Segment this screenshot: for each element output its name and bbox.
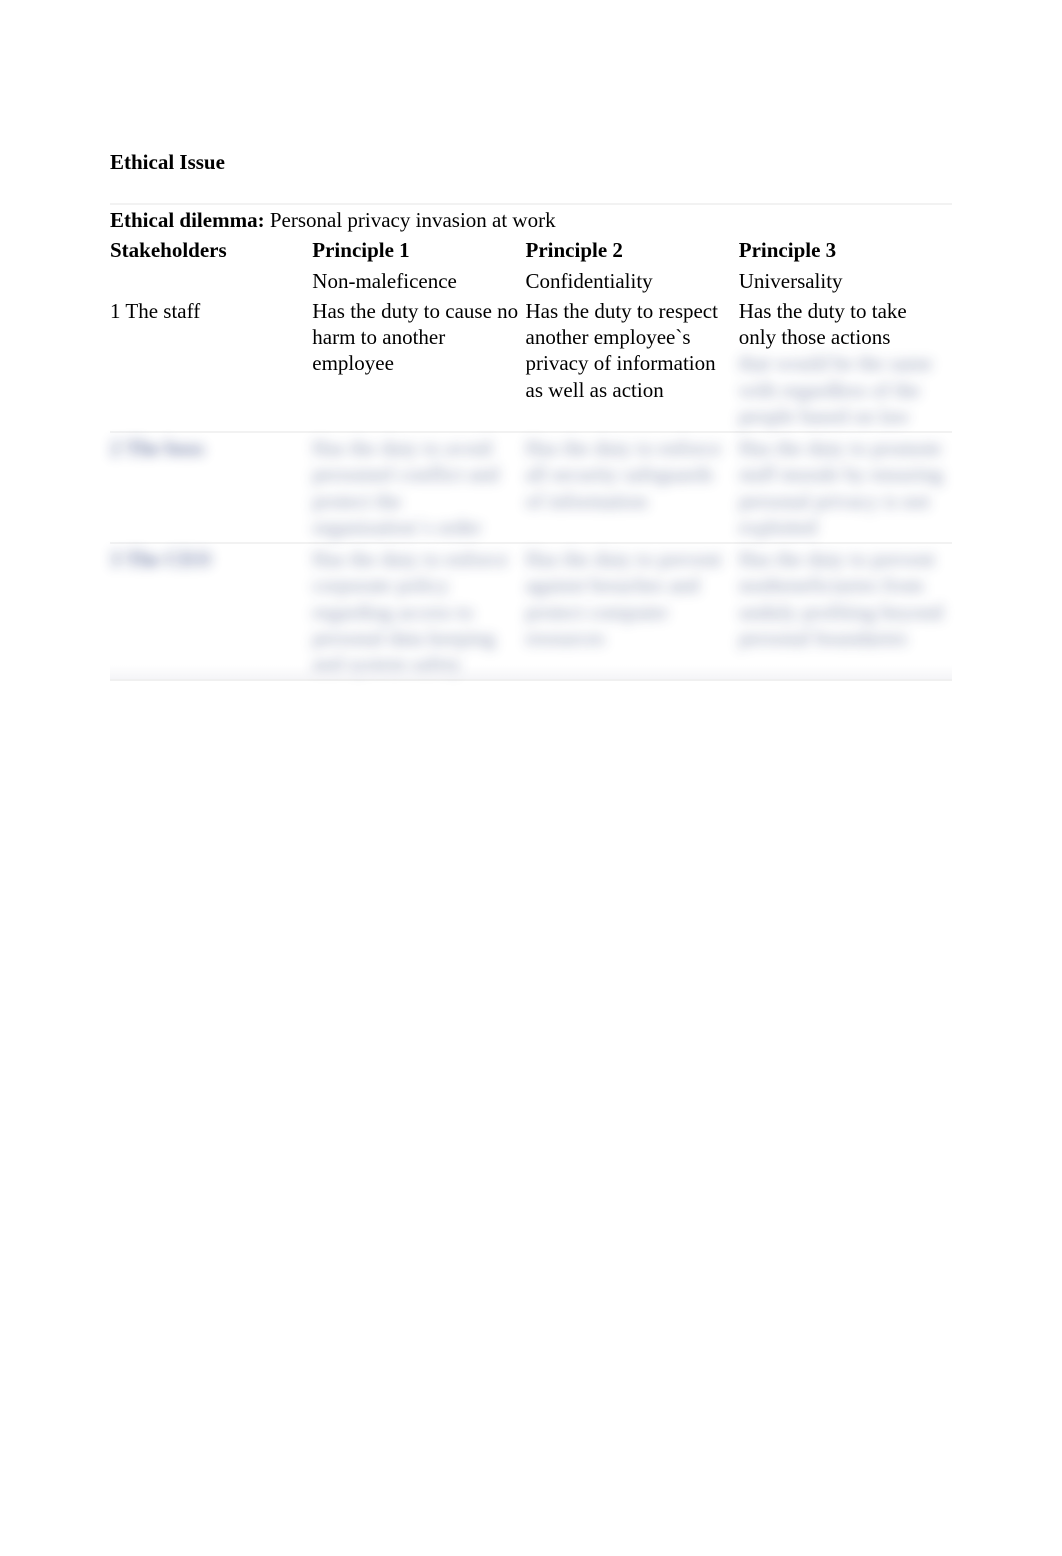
p2-cell-obscured: Has the duty to prevent against breaches… <box>526 547 722 650</box>
p2-cell-obscured: Has the duty to enforce all security saf… <box>526 436 722 513</box>
stakeholder-cell: 1 The staff <box>110 296 312 432</box>
p3-cell: Has the duty to take only those actions … <box>739 296 952 432</box>
subheader-p2: Confidentiality <box>526 266 739 296</box>
p3-cell-obscured: Has the duty to prevent nonbeneficiaries… <box>739 547 943 650</box>
ethics-table-container: Ethical dilemma: Personal privacy invasi… <box>110 203 952 681</box>
p3-obscured-text: that would be the same with regardless o… <box>739 350 946 429</box>
subheader-p1: Non-maleficence <box>312 266 525 296</box>
header-principle-1: Principle 1 <box>312 238 409 262</box>
header-principle-3: Principle 3 <box>739 238 836 262</box>
p2-cell: Has the duty to respect another employee… <box>526 296 739 432</box>
dilemma-label: Ethical dilemma: <box>110 208 265 232</box>
subheader-row: Non-maleficence Confidentiality Universa… <box>110 266 952 296</box>
stakeholder-cell-obscured: 2 The boss <box>110 436 204 460</box>
header-principle-2: Principle 2 <box>526 238 623 262</box>
table-row: 3 The CEO Has the duty to enforce corpor… <box>110 543 952 679</box>
table-row: 1 The staff Has the duty to cause no har… <box>110 296 952 432</box>
p1-cell-obscured: Has the duty to avoid personnel conflict… <box>312 436 499 539</box>
p3-clear-text: Has the duty to take only those actions <box>739 298 946 351</box>
p3-cell-obscured: Has the duty to promote staff morale by … <box>739 436 943 539</box>
subheader-p3: Universality <box>739 266 952 296</box>
dilemma-text: Personal privacy invasion at work <box>270 208 556 232</box>
p1-cell: Has the duty to cause no harm to another… <box>312 296 525 432</box>
document-page: Ethical Issue Ethical dilemma: Personal … <box>0 0 1062 681</box>
stakeholder-cell-obscured: 3 The CEO <box>110 547 211 571</box>
dilemma-row: Ethical dilemma: Personal privacy invasi… <box>110 204 952 235</box>
section-title: Ethical Issue <box>110 150 952 175</box>
ethics-table: Ethical dilemma: Personal privacy invasi… <box>110 203 952 679</box>
header-row: Stakeholders Principle 1 Principle 2 Pri… <box>110 235 952 265</box>
p1-cell-obscured: Has the duty to enforce corporate policy… <box>312 547 508 676</box>
table-row: 2 The boss Has the duty to avoid personn… <box>110 432 952 543</box>
header-stakeholders: Stakeholders <box>110 238 227 262</box>
